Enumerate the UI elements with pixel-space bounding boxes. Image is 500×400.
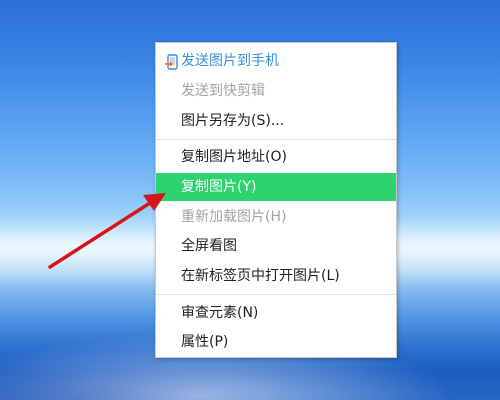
phone-send-icon (165, 54, 178, 70)
menu-separator (156, 139, 396, 140)
menu-item-label: 图片另存为(S)... (181, 113, 285, 129)
menu-item-save-image-as[interactable]: 图片另存为(S)... (156, 107, 396, 135)
menu-item-label: 发送到快剪辑 (181, 83, 265, 99)
menu-item-send-to-kuaijianji: 发送到快剪辑 (156, 77, 396, 105)
menu-separator (156, 294, 396, 295)
menu-item-label: 复制图片(Y) (181, 179, 257, 195)
menu-item-open-image-new-tab[interactable]: 在新标签页中打开图片(L) (156, 262, 396, 290)
menu-item-reload-image: 重新加载图片(H) (156, 203, 396, 231)
context-menu: 发送图片到手机 发送到快剪辑 图片另存为(S)... 复制图片地址(O) 复制图… (155, 42, 397, 358)
menu-item-label: 全屏看图 (181, 238, 237, 254)
menu-item-fullscreen-view[interactable]: 全屏看图 (156, 232, 396, 260)
menu-item-send-to-phone[interactable]: 发送图片到手机 (156, 47, 396, 75)
menu-item-label: 属性(P) (181, 334, 229, 350)
menu-item-properties[interactable]: 属性(P) (156, 328, 396, 356)
menu-item-inspect-element[interactable]: 审查元素(N) (156, 299, 396, 327)
menu-item-label: 在新标签页中打开图片(L) (181, 268, 340, 284)
menu-item-label: 重新加载图片(H) (181, 209, 287, 225)
menu-item-label: 发送图片到手机 (181, 53, 279, 69)
menu-item-label: 复制图片地址(O) (181, 149, 287, 165)
menu-item-copy-image[interactable]: 复制图片(Y) (156, 173, 396, 201)
menu-item-copy-image-address[interactable]: 复制图片地址(O) (156, 143, 396, 171)
desktop-background: 发送图片到手机 发送到快剪辑 图片另存为(S)... 复制图片地址(O) 复制图… (0, 0, 500, 400)
menu-item-label: 审查元素(N) (181, 305, 259, 321)
